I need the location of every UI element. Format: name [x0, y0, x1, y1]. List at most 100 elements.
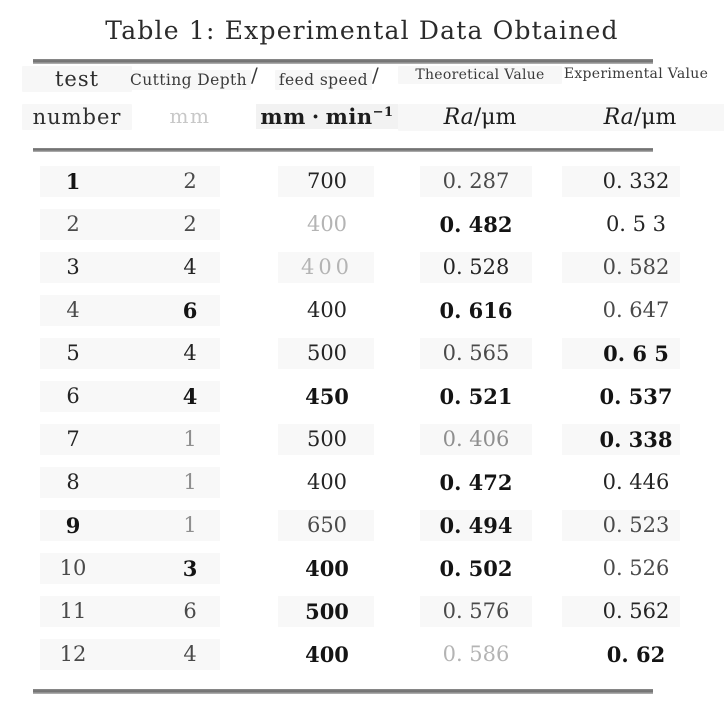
- table-header-row: test number Cutting Depth / mm feed speed…: [0, 63, 724, 146]
- table-row: 2 2 400 0. 482 0. 5 3: [0, 203, 724, 246]
- table-cell-cutting-depth: 1: [183, 470, 197, 494]
- experimental-ra-unit: /μm: [633, 105, 677, 130]
- column-header-theoretical-line1: Theoretical Value: [398, 66, 562, 84]
- table-cell-theoretical-ra: 0. 521: [439, 384, 513, 409]
- table-row: 8 1 400 0. 472 0. 446: [0, 461, 724, 504]
- table-cell-test-number: 4: [66, 298, 80, 322]
- column-header-test-line2: number: [22, 104, 132, 130]
- theoretical-ra-symbol: Ra: [443, 105, 474, 130]
- table-cell-experimental-ra: 0. 5 3: [605, 212, 667, 236]
- table-cell-theoretical-ra: 0. 472: [439, 470, 513, 495]
- table-cell-theoretical-ra: 0. 494: [439, 513, 513, 538]
- table-figure: Table 1: Experimental Data Obtained test…: [0, 0, 724, 724]
- table-bottom-rule: [33, 689, 653, 694]
- table-row: 10 3 400 0. 502 0. 526: [0, 547, 724, 590]
- table-cell-test-number: 8: [66, 470, 80, 494]
- table-cell-test-number: 3: [66, 255, 80, 279]
- feed-unit-dot: ·: [311, 104, 320, 129]
- table-row: 6 4 450 0. 521 0. 537: [0, 375, 724, 418]
- table-cell-feed-speed: 400: [306, 298, 348, 322]
- table-cell-experimental-ra: 0. 338: [599, 427, 673, 452]
- table-row: 4 6 400 0. 616 0. 647: [0, 289, 724, 332]
- column-header-theoretical-unit: Ra/μm: [398, 104, 562, 131]
- table-cell-test-number: 6: [66, 384, 80, 408]
- table-header-rule: [33, 148, 653, 152]
- table-cell-feed-speed: 500: [306, 427, 348, 451]
- table-cell-theoretical-ra: 0. 565: [442, 341, 510, 365]
- column-header-depth-unit: mm: [169, 104, 211, 128]
- table-cell-experimental-ra: 0. 526: [602, 556, 670, 580]
- table-cell-feed-speed: 450: [305, 384, 349, 409]
- table-cell-feed-speed: 400: [305, 556, 349, 581]
- table-cell-feed-speed: 500: [306, 341, 348, 365]
- feed-unit-exponent: −1: [372, 105, 394, 120]
- feed-unit-mm: mm: [260, 104, 306, 129]
- table-cell-cutting-depth: 4: [183, 642, 197, 666]
- table-cell-feed-speed: 400: [306, 470, 348, 494]
- table-cell-theoretical-ra: 0. 406: [442, 427, 510, 451]
- column-header-experimental-unit: Ra/μm: [548, 104, 724, 131]
- table-cell-theoretical-ra: 0. 502: [439, 556, 513, 581]
- table-row: 1 2 700 0. 287 0. 332: [0, 160, 724, 203]
- table-cell-feed-speed: 650: [306, 513, 348, 537]
- column-header-feed-text: feed speed: [274, 70, 372, 90]
- table-cell-experimental-ra: 0. 647: [602, 298, 670, 322]
- table-cell-experimental-ra: 0. 523: [602, 513, 670, 537]
- table-row: 9 1 650 0. 494 0. 523: [0, 504, 724, 547]
- table-row: 11 6 500 0. 576 0. 562: [0, 590, 724, 633]
- table-cell-theoretical-ra: 0. 287: [442, 169, 510, 193]
- theoretical-ra-unit: /μm: [473, 105, 517, 130]
- table-row: 5 4 500 0. 565 0. 6 5: [0, 332, 724, 375]
- table-cell-cutting-depth: 3: [182, 556, 198, 581]
- column-header-depth-line1: Cutting Depth /: [126, 63, 258, 90]
- column-header-feed-unit: mm · min−1: [256, 104, 398, 129]
- table-cell-experimental-ra: 0. 582: [602, 255, 670, 279]
- table-cell-cutting-depth: 4: [183, 341, 197, 365]
- table-cell-experimental-ra: 0. 6 5: [603, 341, 669, 366]
- column-header-feed-slash: /: [371, 63, 380, 87]
- table-cell-experimental-ra: 0. 562: [602, 599, 670, 623]
- table-row: 3 4 400 0. 528 0. 582: [0, 246, 724, 289]
- table-cell-test-number: 12: [59, 642, 87, 666]
- column-header-experimental-line1: Experimental Value: [563, 66, 709, 82]
- table-cell-cutting-depth: 6: [182, 298, 198, 323]
- table-cell-experimental-ra: 0. 537: [599, 384, 673, 409]
- table-cell-cutting-depth: 1: [183, 427, 197, 451]
- table-cell-cutting-depth: 2: [183, 212, 197, 236]
- table-cell-test-number: 11: [59, 599, 87, 623]
- table-cell-test-number: 10: [59, 556, 87, 580]
- table-cell-experimental-ra: 0. 332: [602, 169, 670, 193]
- table-cell-feed-speed: 500: [305, 599, 349, 624]
- experimental-ra-symbol: Ra: [603, 105, 634, 130]
- table-cell-feed-speed: 400: [300, 255, 354, 279]
- table-cell-test-number: 9: [65, 513, 81, 538]
- table-cell-feed-speed: 700: [306, 169, 348, 193]
- table-cell-theoretical-ra: 0. 576: [442, 599, 510, 623]
- table-cell-cutting-depth: 6: [183, 599, 197, 623]
- table-top-rule: [33, 59, 653, 64]
- column-header-feed-line1: feed speed /: [256, 63, 398, 90]
- table-cell-cutting-depth: 1: [183, 513, 197, 537]
- table-cell-test-number: 7: [66, 427, 80, 451]
- table-cell-test-number: 5: [66, 341, 80, 365]
- table-cell-cutting-depth: 4: [182, 384, 198, 409]
- table-row: 7 1 500 0. 406 0. 338: [0, 418, 724, 461]
- table-cell-experimental-ra: 0. 62: [606, 642, 666, 667]
- table-body: 1 2 700 0. 287 0. 332 2 2 400 0. 482 0. 5 3 3 4 400 0…: [0, 160, 724, 676]
- table-cell-test-number: 2: [66, 212, 80, 236]
- feed-unit-min: min: [325, 104, 373, 129]
- table-caption: Table 1: Experimental Data Obtained: [105, 16, 619, 45]
- table-cell-test-number: 1: [65, 169, 81, 194]
- column-header-depth-text: Cutting Depth: [126, 70, 252, 90]
- table-cell-theoretical-ra: 0. 528: [442, 255, 510, 279]
- table-cell-cutting-depth: 4: [183, 255, 197, 279]
- table-cell-feed-speed: 400: [305, 642, 349, 667]
- table-cell-cutting-depth: 2: [183, 169, 197, 193]
- table-cell-theoretical-ra: 0. 586: [442, 642, 510, 666]
- table-cell-theoretical-ra: 0. 482: [439, 212, 513, 237]
- table-cell-theoretical-ra: 0. 616: [439, 298, 513, 323]
- table-cell-experimental-ra: 0. 446: [602, 470, 670, 494]
- table-cell-feed-speed: 400: [306, 212, 348, 236]
- column-header-test-line1: test: [22, 66, 132, 92]
- table-row: 12 4 400 0. 586 0. 62: [0, 633, 724, 676]
